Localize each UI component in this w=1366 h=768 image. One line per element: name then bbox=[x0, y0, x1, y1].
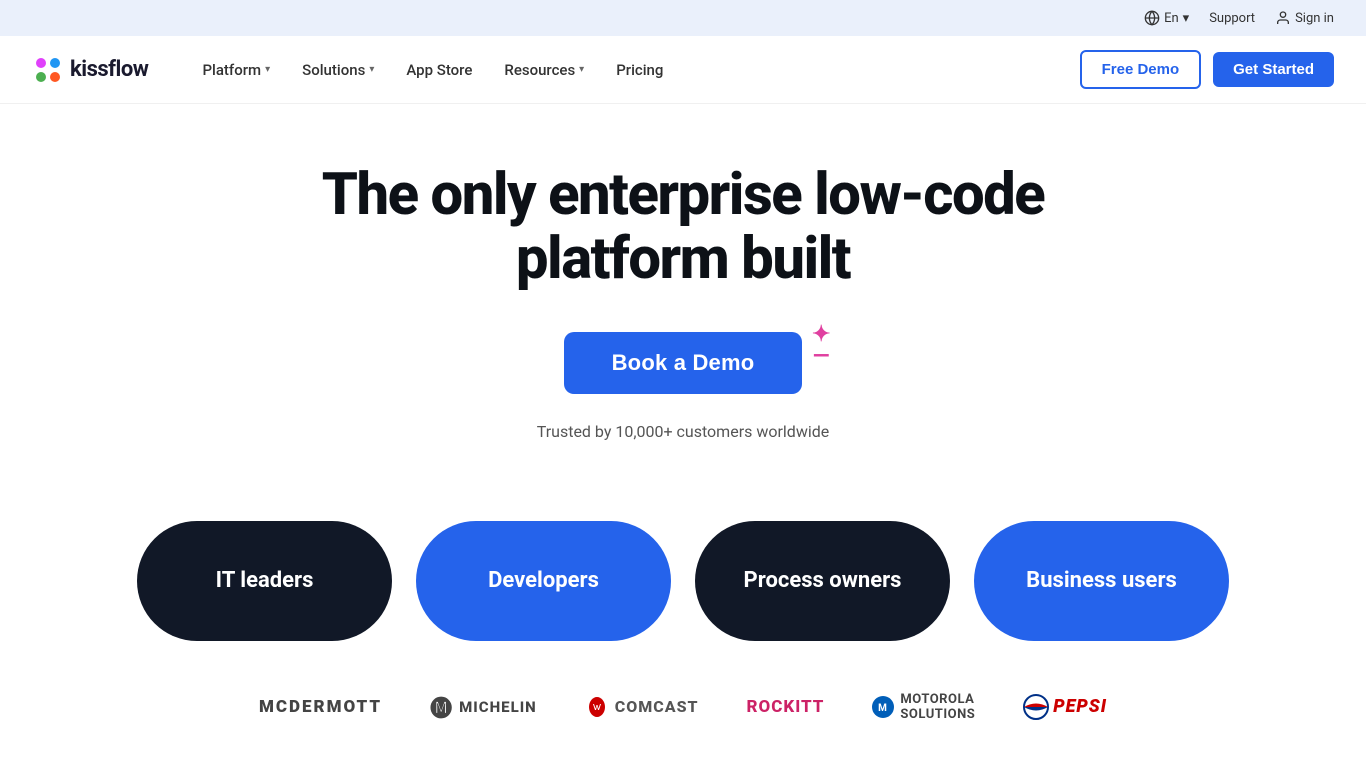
get-started-button[interactable]: Get Started bbox=[1213, 52, 1334, 87]
logo-text: kissflow bbox=[70, 57, 148, 82]
client-logo-michelin: 🅜 MICHELIN bbox=[430, 691, 537, 723]
nav-resources-label: Resources bbox=[504, 61, 575, 79]
comcast-icon bbox=[585, 695, 609, 719]
motorola-icon: M bbox=[872, 696, 894, 718]
hero-cta-area: Book a Demo ✦— bbox=[564, 332, 803, 394]
signin-link[interactable]: Sign in bbox=[1275, 10, 1334, 26]
nav-resources-chevron: ▾ bbox=[579, 64, 584, 75]
nav-links: Platform ▾ Solutions ▾ App Store Resourc… bbox=[188, 53, 1079, 87]
sparkle-icon: ✦— bbox=[812, 324, 830, 368]
audience-pill-developers[interactable]: Developers bbox=[416, 521, 671, 641]
nav-actions: Free Demo Get Started bbox=[1080, 50, 1334, 89]
audience-pill-process-owners[interactable]: Process owners bbox=[695, 521, 950, 641]
hero-title: The only enterprise low-code platform bu… bbox=[233, 164, 1133, 292]
free-demo-button[interactable]: Free Demo bbox=[1080, 50, 1202, 89]
hero-section: The only enterprise low-code platform bu… bbox=[0, 104, 1366, 481]
nav-solutions-label: Solutions bbox=[302, 61, 365, 79]
nav-platform-chevron: ▾ bbox=[265, 64, 270, 75]
nav-appstore-label: App Store bbox=[406, 61, 472, 79]
nav-platform-label: Platform bbox=[202, 61, 261, 79]
pepsico-label: pepsi bbox=[1053, 696, 1107, 717]
support-link[interactable]: Support bbox=[1209, 11, 1255, 26]
nav-resources[interactable]: Resources ▾ bbox=[490, 53, 598, 87]
signin-label: Sign in bbox=[1295, 11, 1334, 26]
client-logos-bar: MCDERMOTT 🅜 MICHELIN COMCAST rockitt M M… bbox=[0, 661, 1366, 753]
logo[interactable]: kissflow bbox=[32, 54, 148, 86]
client-logo-mcdermott: MCDERMOTT bbox=[259, 697, 382, 717]
language-label: En bbox=[1164, 11, 1179, 26]
audience-pill-it-leaders[interactable]: IT leaders bbox=[137, 521, 392, 641]
client-logo-motorola: M MOTOROLASOLUTIONS bbox=[872, 692, 975, 722]
nav-platform[interactable]: Platform ▾ bbox=[188, 53, 284, 87]
nav-solutions-chevron: ▾ bbox=[369, 64, 374, 75]
audience-pill-business-users-label: Business users bbox=[1026, 568, 1177, 593]
book-demo-button[interactable]: Book a Demo bbox=[564, 332, 803, 394]
motorola-label: MOTOROLASOLUTIONS bbox=[900, 692, 975, 722]
language-selector[interactable]: En ▾ bbox=[1144, 10, 1189, 26]
nav-pricing-label: Pricing bbox=[616, 61, 663, 79]
nav-solutions[interactable]: Solutions ▾ bbox=[288, 53, 388, 87]
navbar: kissflow Platform ▾ Solutions ▾ App Stor… bbox=[0, 36, 1366, 104]
audience-pill-business-users[interactable]: Business users bbox=[974, 521, 1229, 641]
language-chevron: ▾ bbox=[1183, 11, 1190, 26]
audience-pill-it-leaders-label: IT leaders bbox=[216, 568, 314, 593]
nav-pricing[interactable]: Pricing bbox=[602, 53, 677, 87]
support-label: Support bbox=[1209, 11, 1255, 26]
michelin-man-icon: 🅜 bbox=[430, 691, 453, 723]
svg-text:M: M bbox=[879, 703, 889, 714]
audience-pill-developers-label: Developers bbox=[488, 568, 599, 593]
client-logo-pepsico: pepsi bbox=[1023, 694, 1107, 720]
client-logo-comcast: COMCAST bbox=[585, 695, 699, 719]
nav-appstore[interactable]: App Store bbox=[392, 53, 486, 87]
pepsi-icon bbox=[1023, 694, 1049, 720]
comcast-label: COMCAST bbox=[615, 697, 699, 716]
audience-pill-process-owners-label: Process owners bbox=[744, 568, 902, 593]
client-logo-rockitt: rockitt bbox=[747, 697, 825, 717]
audience-section: IT leaders Developers Process owners Bus… bbox=[0, 481, 1366, 661]
topbar: En ▾ Support Sign in bbox=[0, 0, 1366, 36]
trust-text: Trusted by 10,000+ customers worldwide bbox=[537, 422, 830, 441]
